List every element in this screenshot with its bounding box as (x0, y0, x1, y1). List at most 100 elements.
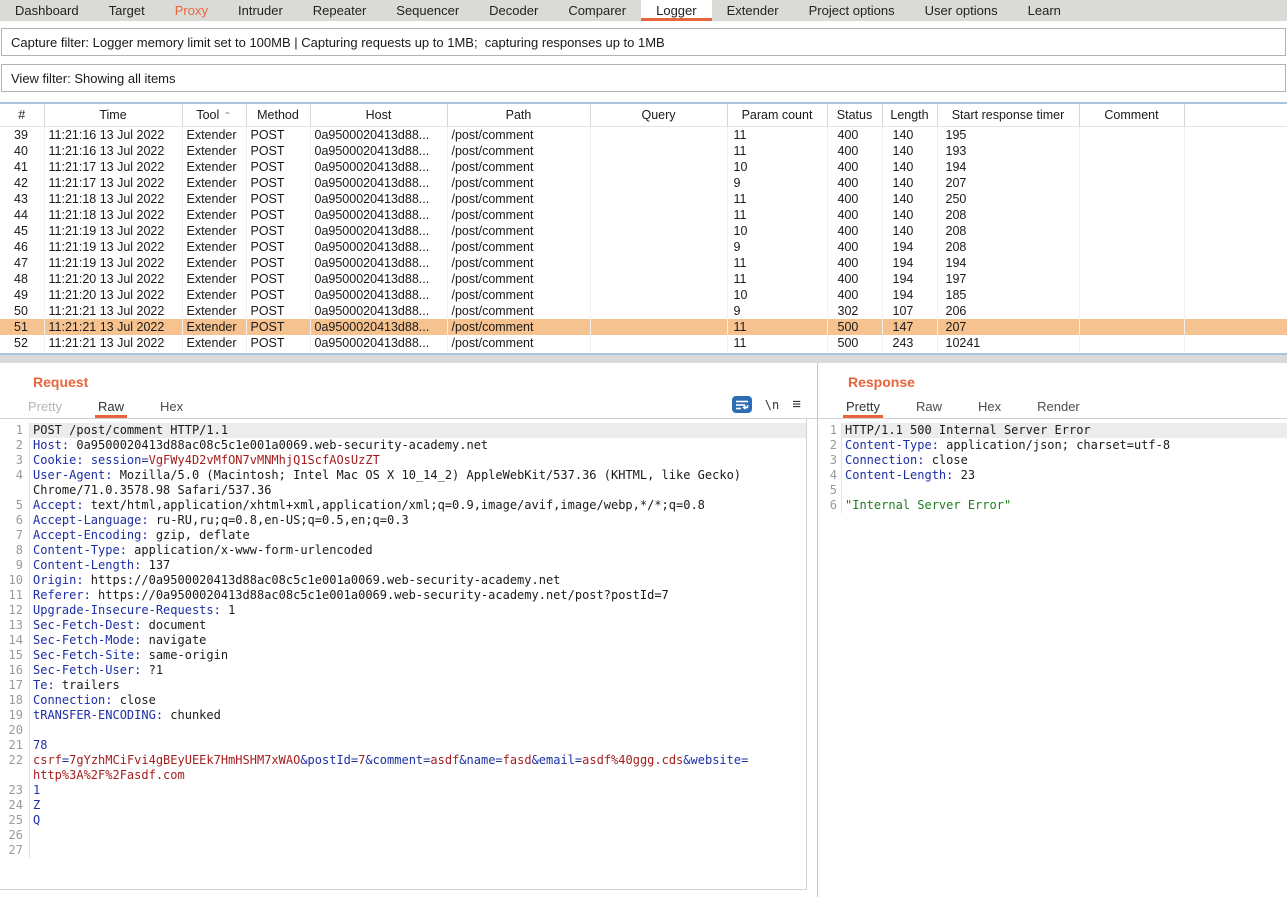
editor-line: 14Sec-Fetch-Mode: navigate (0, 633, 806, 648)
cell-path: /post/comment (447, 175, 590, 191)
cell-method: POST (246, 207, 310, 223)
editor-line: 231 (0, 783, 806, 798)
menu-tab-intruder[interactable]: Intruder (223, 0, 298, 21)
line-content (30, 843, 806, 858)
response-tab-hex[interactable]: Hex (975, 395, 1004, 418)
view-filter-bar[interactable]: View filter: Showing all items (1, 64, 1286, 92)
menu-tab-proxy[interactable]: Proxy (160, 0, 223, 21)
table-row[interactable]: 4011:21:16 13 Jul 2022ExtenderPOST0a9500… (0, 143, 1287, 159)
column-header-tool[interactable]: Tool⌃ (182, 104, 246, 126)
cell-timer: 185 (937, 287, 1079, 303)
cell-comment (1079, 191, 1184, 207)
cell-tool: Extender (182, 271, 246, 287)
menu-tab-sequencer[interactable]: Sequencer (381, 0, 474, 21)
cell-path: /post/comment (447, 335, 590, 351)
column-header-length[interactable]: Length (882, 104, 937, 126)
table-row[interactable]: 5211:21:21 13 Jul 2022ExtenderPOST0a9500… (0, 335, 1287, 351)
cell-time: 11:21:20 13 Jul 2022 (44, 271, 182, 287)
table-row[interactable]: 4911:21:20 13 Jul 2022ExtenderPOST0a9500… (0, 287, 1287, 303)
table-row[interactable]: 5011:21:21 13 Jul 2022ExtenderPOST0a9500… (0, 303, 1287, 319)
newline-characters-toggle-icon[interactable]: \n (765, 398, 779, 412)
line-number: 21 (0, 738, 30, 753)
cell-params: 9 (727, 175, 827, 191)
table-row[interactable]: 4711:21:19 13 Jul 2022ExtenderPOST0a9500… (0, 255, 1287, 271)
line-number: 1 (0, 423, 30, 438)
cell-time: 11:21:18 13 Jul 2022 (44, 207, 182, 223)
column-header-host[interactable]: Host (310, 104, 447, 126)
line-content (30, 828, 806, 843)
soft-wrap-toggle-icon[interactable] (732, 396, 752, 413)
line-number: 24 (0, 798, 30, 813)
request-tab-hex[interactable]: Hex (157, 395, 186, 418)
table-row[interactable]: 3911:21:16 13 Jul 2022ExtenderPOST0a9500… (0, 126, 1287, 143)
request-tab-pretty[interactable]: Pretty (25, 395, 65, 418)
cell-host: 0a9500020413d88... (310, 271, 447, 287)
line-number: 18 (0, 693, 30, 708)
editor-line: 8Content-Type: application/x-www-form-ur… (0, 543, 806, 558)
cell-query (590, 287, 727, 303)
cell-comment (1079, 271, 1184, 287)
menu-tab-learn[interactable]: Learn (1013, 0, 1076, 21)
cell-num: 39 (0, 126, 44, 143)
cell-query (590, 159, 727, 175)
table-row[interactable]: 4211:21:17 13 Jul 2022ExtenderPOST0a9500… (0, 175, 1287, 191)
line-content (842, 483, 1287, 498)
column-header-query[interactable]: Query (590, 104, 727, 126)
menu-tab-repeater[interactable]: Repeater (298, 0, 381, 21)
cell-method: POST (246, 143, 310, 159)
column-header-path[interactable]: Path (447, 104, 590, 126)
line-number: 8 (0, 543, 30, 558)
logger-table: #TimeTool⌃MethodHostPathQueryParam count… (0, 102, 1287, 355)
cell-filler (1184, 126, 1287, 143)
table-row[interactable]: 4411:21:18 13 Jul 2022ExtenderPOST0a9500… (0, 207, 1287, 223)
cell-host: 0a9500020413d88... (310, 223, 447, 239)
editor-line: 18Connection: close (0, 693, 806, 708)
line-number: 5 (818, 483, 842, 498)
cell-params: 10 (727, 287, 827, 303)
table-row[interactable]: 5111:21:21 13 Jul 2022ExtenderPOST0a9500… (0, 319, 1287, 335)
line-content: Accept-Language: ru-RU,ru;q=0.8,en-US;q=… (30, 513, 806, 528)
menu-tab-user-options[interactable]: User options (910, 0, 1013, 21)
cell-tool: Extender (182, 255, 246, 271)
response-tab-render[interactable]: Render (1034, 395, 1083, 418)
request-editor[interactable]: 1POST /post/comment HTTP/1.12Host: 0a950… (0, 419, 806, 889)
editor-line: 7Accept-Encoding: gzip, deflate (0, 528, 806, 543)
menu-tab-logger[interactable]: Logger (641, 0, 711, 21)
table-row[interactable]: 4111:21:17 13 Jul 2022ExtenderPOST0a9500… (0, 159, 1287, 175)
request-tab-raw[interactable]: Raw (95, 395, 127, 418)
column-header-status[interactable]: Status (827, 104, 882, 126)
menu-tab-comparer[interactable]: Comparer (553, 0, 641, 21)
table-row[interactable]: 4811:21:20 13 Jul 2022ExtenderPOST0a9500… (0, 271, 1287, 287)
cell-comment (1079, 303, 1184, 319)
column-header-comment[interactable]: Comment (1079, 104, 1184, 126)
editor-line: 9Content-Length: 137 (0, 558, 806, 573)
menu-tab-target[interactable]: Target (94, 0, 160, 21)
editor-menu-icon[interactable]: ≡ (792, 396, 801, 413)
cell-path: /post/comment (447, 191, 590, 207)
menu-tab-dashboard[interactable]: Dashboard (0, 0, 94, 21)
cell-time: 11:21:21 13 Jul 2022 (44, 319, 182, 335)
line-number: 15 (0, 648, 30, 663)
table-row[interactable]: 4611:21:19 13 Jul 2022ExtenderPOST0a9500… (0, 239, 1287, 255)
cell-query (590, 143, 727, 159)
menu-tab-extender[interactable]: Extender (712, 0, 794, 21)
response-tab-pretty[interactable]: Pretty (843, 395, 883, 418)
column-header-timer[interactable]: Start response timer (937, 104, 1079, 126)
horizontal-splitter[interactable] (0, 355, 1287, 363)
cell-comment (1079, 335, 1184, 351)
capture-filter-bar[interactable]: Capture filter: Logger memory limit set … (1, 28, 1286, 56)
menu-tab-project-options[interactable]: Project options (794, 0, 910, 21)
response-tab-raw[interactable]: Raw (913, 395, 945, 418)
column-header-time[interactable]: Time (44, 104, 182, 126)
response-editor[interactable]: 1HTTP/1.1 500 Internal Server Error2Cont… (818, 419, 1287, 890)
menu-tab-decoder[interactable]: Decoder (474, 0, 553, 21)
cell-filler (1184, 303, 1287, 319)
column-header-params[interactable]: Param count (727, 104, 827, 126)
line-number: 3 (818, 453, 842, 468)
cell-query (590, 303, 727, 319)
table-row[interactable]: 4511:21:19 13 Jul 2022ExtenderPOST0a9500… (0, 223, 1287, 239)
column-header-method[interactable]: Method (246, 104, 310, 126)
table-row[interactable]: 4311:21:18 13 Jul 2022ExtenderPOST0a9500… (0, 191, 1287, 207)
line-number: 14 (0, 633, 30, 648)
column-header-num[interactable]: # (0, 104, 44, 126)
